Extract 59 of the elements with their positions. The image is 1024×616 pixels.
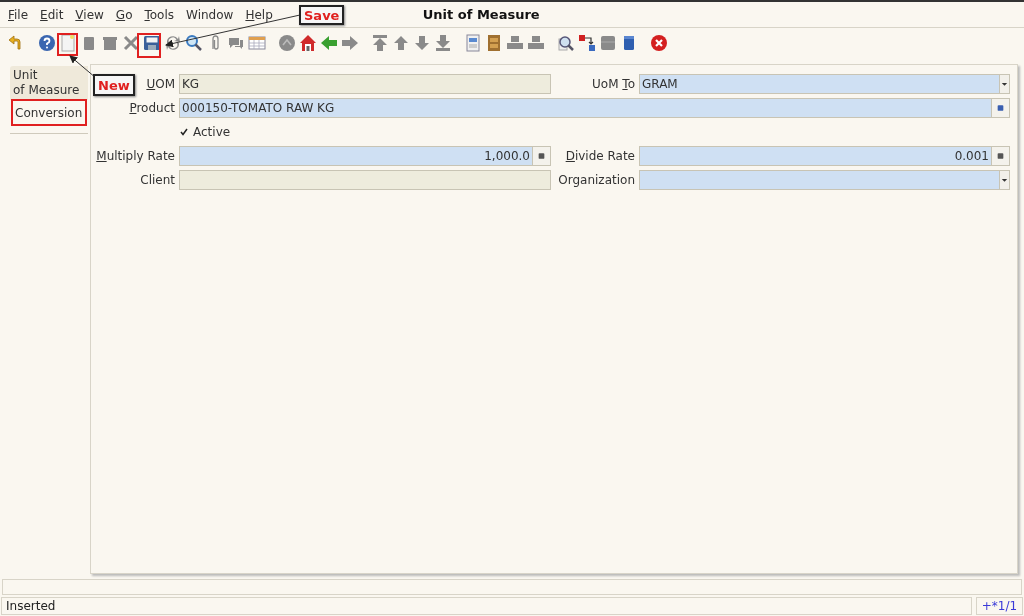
new-document-icon[interactable] — [59, 34, 77, 52]
menu-item[interactable]: Go — [115, 5, 133, 24]
left-arrow-icon[interactable] — [320, 34, 338, 52]
zoom-icon[interactable] — [557, 34, 575, 52]
up-arrow-icon[interactable] — [392, 34, 410, 52]
highlight-frame — [137, 33, 161, 58]
menu-item[interactable]: File — [8, 5, 29, 24]
box-icon[interactable] — [599, 34, 617, 52]
field-label: Organization — [558, 172, 635, 189]
lookup-button-icon[interactable] — [991, 147, 1009, 165]
down-arrow-icon[interactable] — [413, 34, 431, 52]
callout-label: Save — [299, 5, 345, 25]
grid-icon[interactable] — [248, 34, 266, 52]
input-field[interactable] — [179, 170, 551, 190]
input-field[interactable]: 0.001 — [639, 146, 1010, 166]
highlight-frame — [57, 33, 78, 56]
record-counter: +*1/1 — [976, 597, 1023, 615]
cabinet-icon[interactable] — [485, 34, 503, 52]
dropdown-field[interactable] — [639, 170, 1010, 190]
home-icon[interactable] — [299, 34, 317, 52]
field-label: UoM To — [592, 76, 635, 93]
lookup-button-icon[interactable] — [991, 99, 1009, 117]
window-title: Unit of Measure — [422, 5, 540, 24]
input-field[interactable]: 1,000.0 — [179, 146, 551, 166]
field-label: UOM — [146, 76, 175, 93]
status-message: Inserted — [1, 597, 972, 615]
menu-item[interactable]: View — [75, 5, 104, 24]
help-icon[interactable] — [38, 34, 56, 52]
printer-icon[interactable] — [527, 34, 545, 52]
refresh-icon[interactable] — [164, 34, 182, 52]
field-label: Divide Rate — [565, 148, 635, 165]
field-label: Product — [129, 100, 175, 117]
workflow-icon[interactable] — [578, 34, 596, 52]
field-label: Client — [140, 172, 175, 189]
menu-item[interactable]: Tools — [144, 5, 175, 24]
lookup-button-icon[interactable] — [532, 147, 550, 165]
input-field[interactable]: 000150-TOMATO RAW KG — [179, 98, 1010, 118]
last-record-icon[interactable] — [434, 34, 452, 52]
dropdown-field[interactable]: GRAM — [639, 74, 1010, 94]
printer-icon[interactable] — [506, 34, 524, 52]
checkbox-label: Active — [193, 124, 231, 141]
cross-icon[interactable] — [122, 34, 140, 52]
save-icon[interactable] — [143, 34, 161, 52]
menu-item[interactable]: Edit — [40, 5, 64, 24]
close-icon[interactable] — [650, 34, 668, 52]
callout-label: New — [93, 74, 135, 96]
field-label: Multiply Rate — [96, 148, 175, 165]
search-icon[interactable] — [185, 34, 203, 52]
report-icon[interactable] — [464, 34, 482, 52]
menu-item[interactable]: Window — [186, 5, 234, 24]
checkbox[interactable] — [179, 127, 189, 137]
circle-icon[interactable] — [278, 34, 296, 52]
checkmark-icon — [180, 128, 188, 136]
first-record-icon[interactable] — [371, 34, 389, 52]
input-field[interactable]: KG — [179, 74, 551, 94]
right-arrow-icon[interactable] — [341, 34, 359, 52]
trash-icon[interactable] — [101, 34, 119, 52]
menu-item[interactable]: Help — [245, 5, 273, 24]
tab[interactable]: Unit of Measure — [10, 66, 88, 100]
